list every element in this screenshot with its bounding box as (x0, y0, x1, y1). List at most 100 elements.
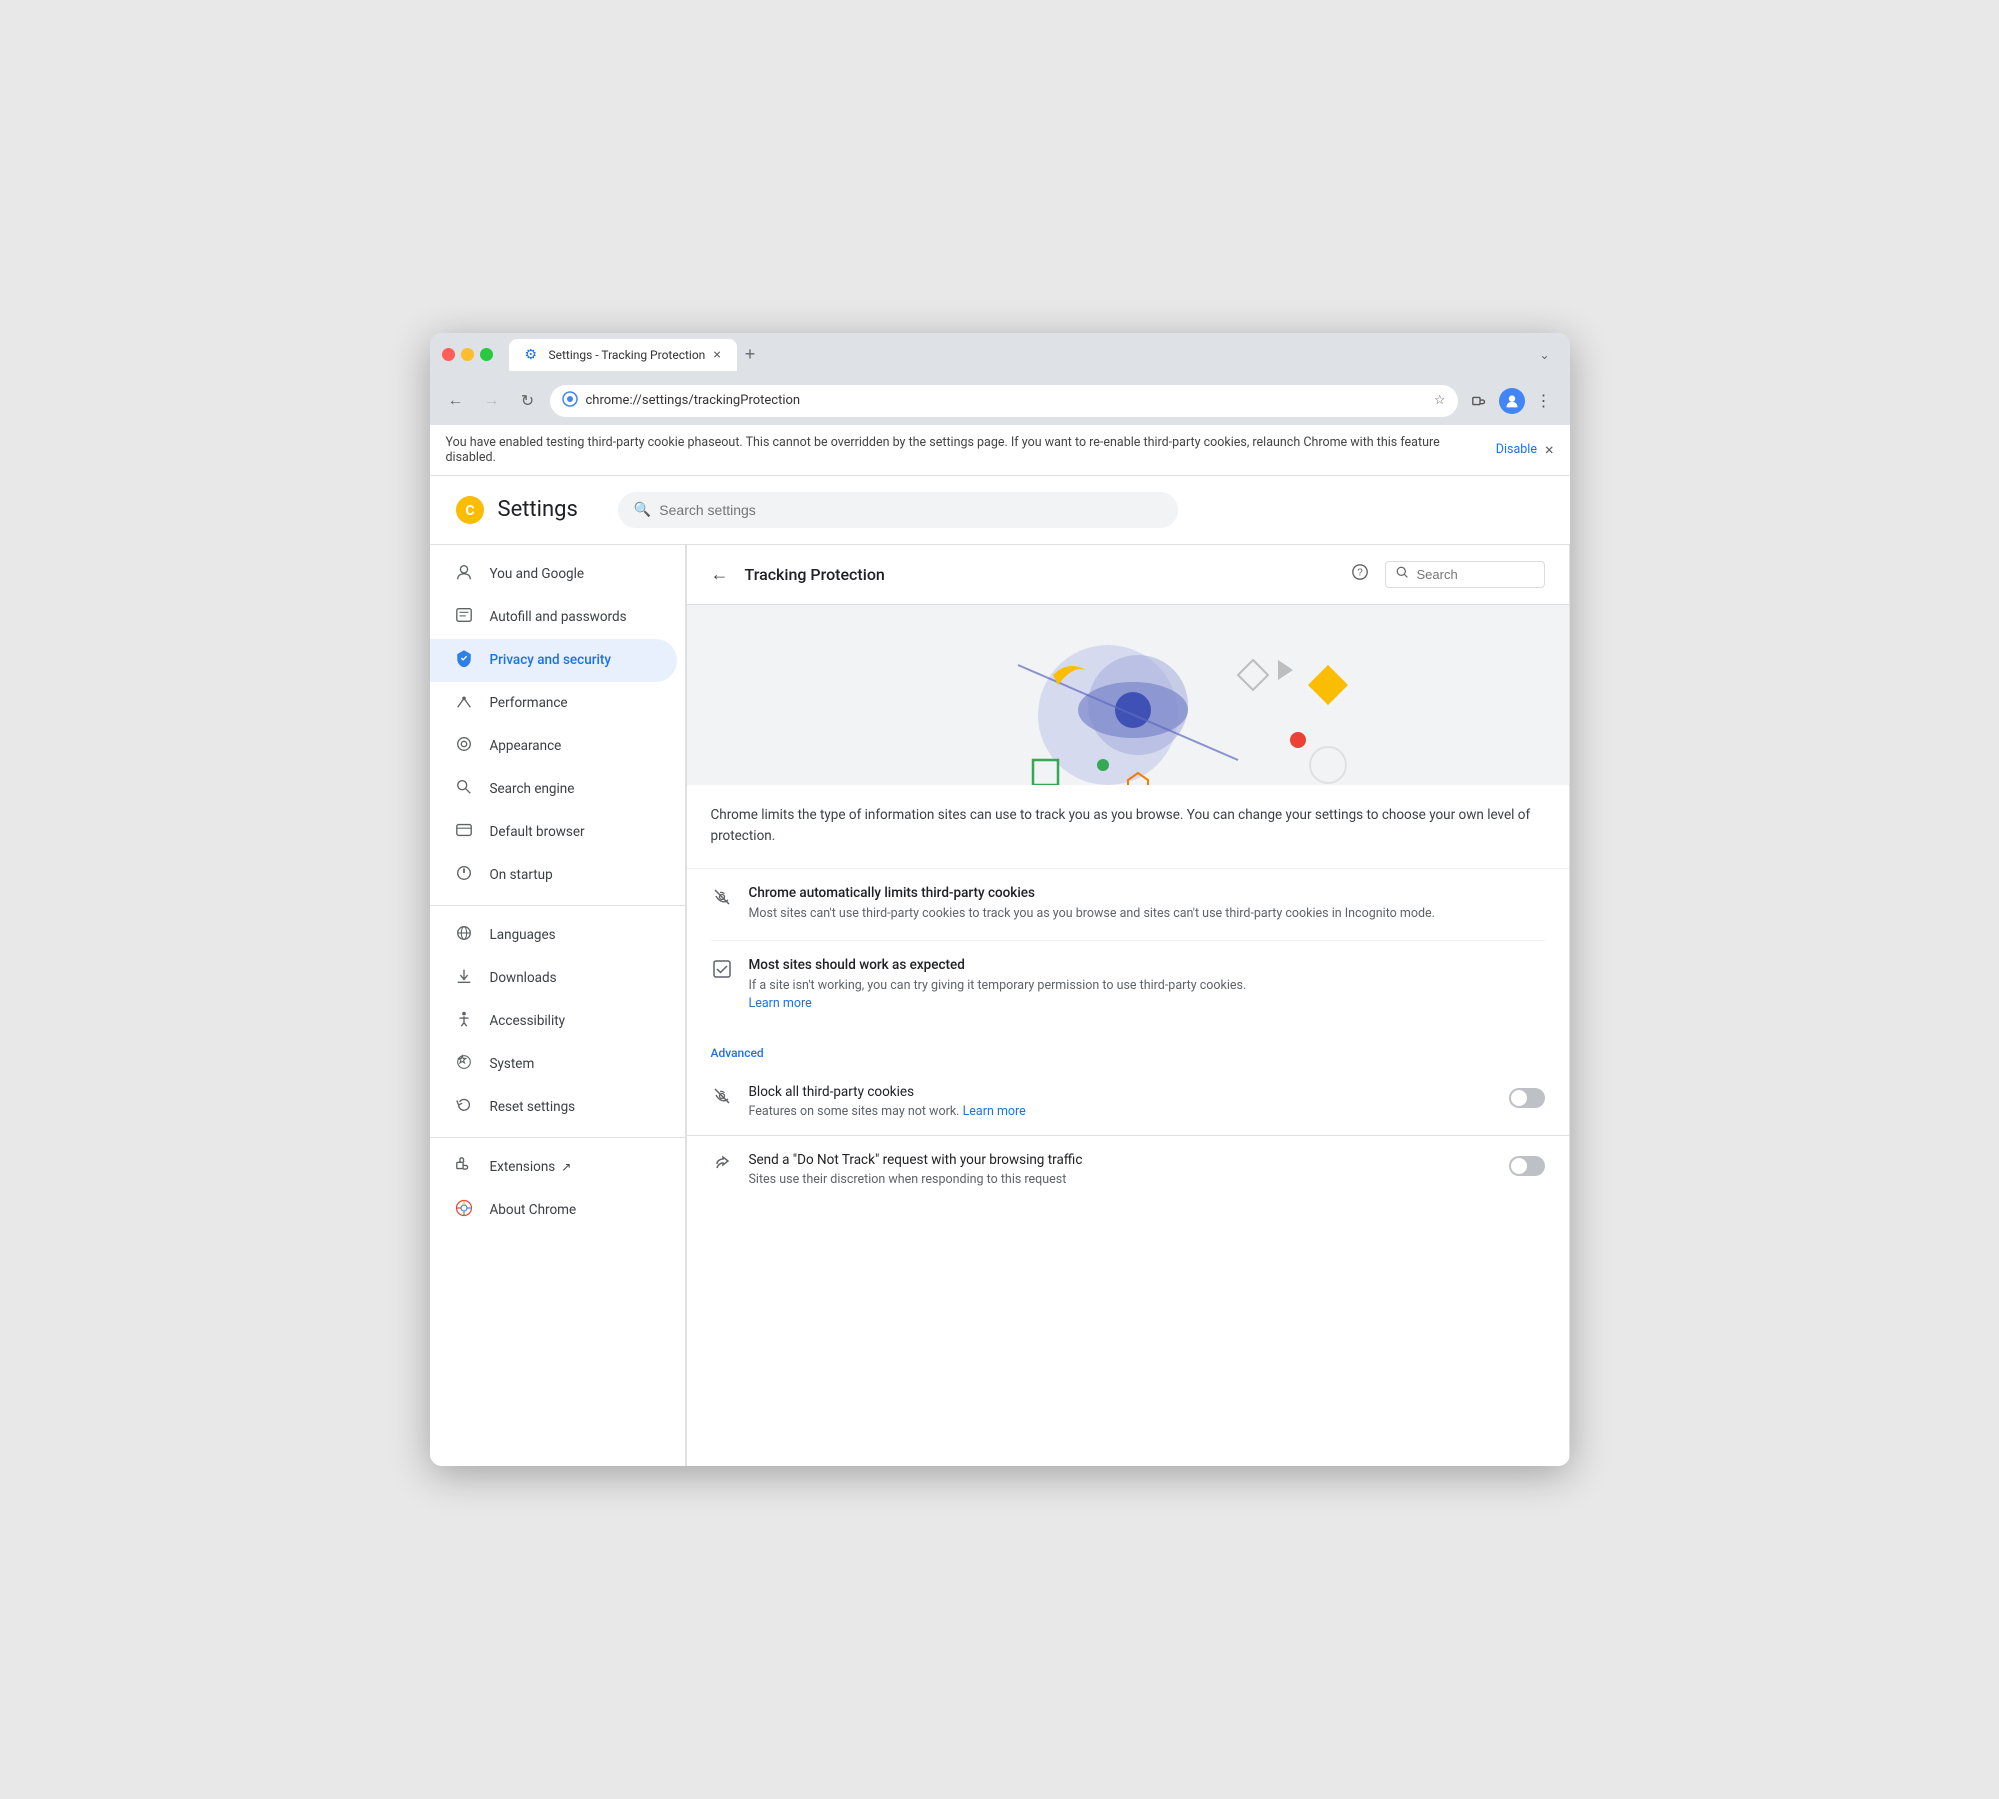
tab-bar: ⚙ Settings - Tracking Protection × + ⌄ (509, 339, 1558, 371)
option-auto-limit-title: Chrome automatically limits third-party … (749, 885, 1545, 901)
option-auto-limit-desc: Most sites can't use third-party cookies… (749, 905, 1545, 924)
sidebar-item-system[interactable]: System (430, 1043, 677, 1086)
sidebar-item-privacy[interactable]: Privacy and security (430, 639, 677, 682)
panel-search-bar[interactable] (1385, 561, 1545, 588)
advanced-block-all-title: Block all third-party cookies (749, 1084, 1493, 1100)
nav-icons: ⋮ (1466, 387, 1558, 415)
panel-help-button[interactable]: ? (1351, 563, 1369, 586)
sidebar-label-search-engine: Search engine (490, 781, 575, 797)
reload-button[interactable]: ↻ (514, 387, 542, 415)
autofill-icon (454, 606, 474, 629)
sidebar-label-appearance: Appearance (490, 738, 562, 754)
block-all-toggle[interactable] (1509, 1088, 1545, 1108)
sidebar-label-about-chrome: About Chrome (490, 1202, 577, 1218)
menu-button[interactable]: ⋮ (1530, 387, 1558, 415)
learn-more-link-1[interactable]: Learn more (749, 996, 812, 1011)
sidebar-label-accessibility: Accessibility (490, 1013, 566, 1029)
learn-more-link-2[interactable]: Learn more (963, 1104, 1026, 1119)
profile-button[interactable] (1498, 387, 1526, 415)
minimize-traffic-light[interactable] (461, 348, 474, 361)
person-icon (454, 563, 474, 586)
forward-button[interactable]: → (478, 387, 506, 415)
options-list: Chrome automatically limits third-party … (687, 869, 1569, 1030)
close-traffic-light[interactable] (442, 348, 455, 361)
appearance-icon (454, 735, 474, 758)
sidebar-label-autofill: Autofill and passwords (490, 609, 627, 625)
sidebar-item-performance[interactable]: Performance (430, 682, 677, 725)
maximize-traffic-light[interactable] (480, 348, 493, 361)
advanced-dnt-text: Send a "Do Not Track" request with your … (749, 1152, 1493, 1187)
external-link-icon: ↗ (561, 1160, 571, 1174)
settings-search-icon: 🔍 (634, 502, 651, 518)
sidebar-item-on-startup[interactable]: On startup (430, 854, 677, 897)
sidebar-item-default-browser[interactable]: Default browser (430, 811, 677, 854)
advanced-block-all-desc: Features on some sites may not work. Lea… (749, 1104, 1493, 1119)
browser-window: ⚙ Settings - Tracking Protection × + ⌄ ←… (430, 333, 1570, 1467)
sidebar-label-extensions: Extensions (490, 1159, 556, 1175)
advanced-block-all-text: Block all third-party cookies Features o… (749, 1084, 1493, 1119)
sidebar-item-you-and-google[interactable]: You and Google (430, 553, 677, 596)
bookmark-star[interactable]: ☆ (1434, 393, 1446, 408)
sidebar: You and Google Autofill and passwords Pr… (430, 545, 686, 1467)
sidebar-item-languages[interactable]: Languages (430, 914, 677, 957)
settings-logo: C (454, 494, 486, 526)
advanced-dnt-row: Send a "Do Not Track" request with your … (687, 1136, 1569, 1203)
info-bar-close[interactable]: × (1545, 440, 1554, 459)
settings-title: Settings (498, 497, 578, 522)
extensions-sidebar-icon (454, 1156, 474, 1179)
extensions-button[interactable] (1466, 387, 1494, 415)
option-auto-limit-text: Chrome automatically limits third-party … (749, 885, 1545, 924)
option-most-sites-title: Most sites should work as expected (749, 957, 1545, 973)
panel-search-input[interactable] (1417, 567, 1517, 582)
back-button[interactable]: ← (442, 387, 470, 415)
main-panel: ← Tracking Protection ? (686, 545, 1570, 1467)
sidebar-item-extensions[interactable]: Extensions ↗ (430, 1146, 677, 1189)
option-most-sites-text: Most sites should work as expected If a … (749, 957, 1545, 1015)
sidebar-divider-1 (430, 905, 685, 906)
sidebar-item-reset-settings[interactable]: Reset settings (430, 1086, 677, 1129)
tab-title: Settings - Tracking Protection (549, 348, 706, 362)
disable-link[interactable]: Disable (1496, 442, 1537, 457)
new-tab-button[interactable]: + (737, 340, 764, 369)
advanced-dnt-title: Send a "Do Not Track" request with your … (749, 1152, 1493, 1168)
main-panel-inner: ← Tracking Protection ? (686, 545, 1570, 1467)
advanced-dnt-desc: Sites use their discretion when respondi… (749, 1172, 1493, 1187)
tab-list-chevron[interactable]: ⌄ (1539, 348, 1557, 362)
settings-page: C Settings 🔍 You and Google (430, 476, 1570, 1467)
svg-text:C: C (465, 503, 474, 519)
option-most-sites-work: Most sites should work as expected If a … (711, 941, 1545, 1031)
sidebar-label-downloads: Downloads (490, 970, 557, 986)
active-tab[interactable]: ⚙ Settings - Tracking Protection × (509, 339, 737, 371)
sidebar-item-about-chrome[interactable]: About Chrome (430, 1189, 677, 1232)
search-engine-icon (454, 778, 474, 801)
hero-illustration (687, 605, 1569, 785)
panel-intro: Chrome limits the type of information si… (687, 785, 1569, 869)
panel-search-icon (1396, 566, 1409, 583)
sidebar-item-autofill[interactable]: Autofill and passwords (430, 596, 677, 639)
privacy-icon (454, 649, 474, 672)
default-browser-icon (454, 821, 474, 844)
sidebar-item-accessibility[interactable]: Accessibility (430, 1000, 677, 1043)
option-most-sites-desc: If a site isn't working, you can try giv… (749, 977, 1545, 1015)
downloads-icon (454, 967, 474, 990)
panel-header: ← Tracking Protection ? (687, 545, 1569, 605)
settings-content: You and Google Autofill and passwords Pr… (430, 545, 1570, 1467)
panel-back-button[interactable]: ← (711, 564, 729, 585)
dnt-toggle[interactable] (1509, 1156, 1545, 1176)
address-bar[interactable]: chrome://settings/trackingProtection ☆ (550, 385, 1458, 417)
reset-icon (454, 1096, 474, 1119)
sidebar-label-privacy: Privacy and security (490, 652, 612, 668)
sidebar-item-search-engine[interactable]: Search engine (430, 768, 677, 811)
tab-close-button[interactable]: × (713, 347, 720, 363)
settings-search-input[interactable] (659, 502, 1162, 518)
panel-intro-text: Chrome limits the type of information si… (711, 807, 1531, 845)
advanced-section-label: Advanced (687, 1030, 1569, 1068)
settings-search-bar[interactable]: 🔍 (618, 492, 1178, 528)
sidebar-label-you-and-google: You and Google (490, 566, 585, 582)
extensions-label-wrapper: Extensions ↗ (490, 1159, 572, 1175)
system-icon (454, 1053, 474, 1076)
sidebar-item-appearance[interactable]: Appearance (430, 725, 677, 768)
about-chrome-icon (454, 1199, 474, 1222)
languages-icon (454, 924, 474, 947)
sidebar-item-downloads[interactable]: Downloads (430, 957, 677, 1000)
